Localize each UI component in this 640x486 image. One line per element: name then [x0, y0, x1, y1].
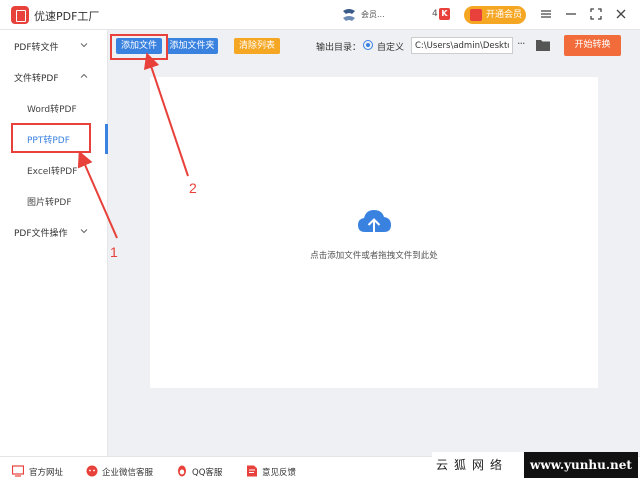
qq-support-link[interactable]: QQ客服 — [192, 466, 222, 478]
feedback-link[interactable]: 意见反馈 — [262, 466, 296, 478]
vip-label: 开通会员 — [486, 10, 523, 20]
browse-more-button[interactable]: ··· — [517, 37, 525, 50]
k-badge-icon[interactable]: K — [439, 8, 450, 20]
feedback-icon[interactable] — [246, 465, 258, 477]
watermark: 云狐网络 www.yunhu.net — [432, 452, 638, 478]
sidebar-item-word-to-pdf[interactable]: Word转PDF — [27, 102, 77, 115]
sidebar: PDF转文件 文件转PDF Word转PDF PPT转PDF Excel转PDF… — [0, 30, 108, 456]
custom-radio-label[interactable]: 自定义 — [377, 40, 404, 53]
sidebar-group-file-to-pdf[interactable]: 文件转PDF — [14, 71, 59, 84]
notice-count: 4 — [432, 9, 438, 19]
output-path-input[interactable] — [411, 37, 513, 54]
website-icon[interactable] — [11, 465, 25, 477]
custom-radio[interactable] — [363, 40, 373, 50]
chevron-up-icon[interactable] — [80, 72, 88, 80]
qq-icon[interactable] — [176, 465, 188, 477]
active-indicator — [105, 124, 108, 154]
clear-list-button[interactable]: 清除列表 — [234, 38, 280, 54]
website-link[interactable]: 官方网址 — [29, 466, 63, 478]
folder-icon[interactable] — [536, 39, 550, 51]
start-convert-button[interactable]: 开始转换 — [564, 35, 621, 56]
sidebar-group-pdf-to-file[interactable]: PDF转文件 — [14, 40, 59, 53]
app-logo-icon — [11, 6, 29, 24]
sidebar-group-pdf-operations[interactable]: PDF文件操作 — [14, 226, 68, 239]
annotation-step-2: 2 — [189, 180, 197, 196]
annotation-step-1: 1 — [110, 244, 118, 260]
minimize-icon[interactable] — [564, 7, 578, 21]
chevron-down-icon[interactable] — [80, 227, 88, 235]
cloud-upload-icon[interactable] — [356, 208, 392, 240]
fullscreen-icon[interactable] — [589, 7, 603, 21]
watermark-url: www.yunhu.net — [524, 452, 638, 478]
add-folder-button[interactable]: 添加文件夹 — [166, 38, 218, 54]
title-bar: 优速PDF工厂 会员... 4 K 开通会员 — [0, 0, 640, 30]
user-avatar-icon[interactable] — [340, 6, 358, 24]
wechat-support-link[interactable]: 企业微信客服 — [102, 466, 153, 478]
annotation-box-add-file — [110, 34, 168, 60]
user-name[interactable]: 会员... — [361, 9, 385, 20]
sidebar-item-excel-to-pdf[interactable]: Excel转PDF — [27, 164, 77, 177]
annotation-box-ppt-to-pdf — [11, 123, 91, 153]
chevron-down-icon[interactable] — [80, 41, 88, 49]
output-dir-label: 输出目录： — [316, 43, 362, 53]
vip-button[interactable]: 开通会员 — [464, 6, 526, 24]
app-title: 优速PDF工厂 — [34, 10, 100, 23]
close-icon[interactable] — [614, 7, 628, 21]
wechat-icon[interactable] — [86, 465, 98, 477]
file-drop-zone[interactable]: 点击添加文件或者拖拽文件到此处 — [150, 77, 598, 388]
watermark-cn: 云狐网络 — [436, 458, 509, 472]
drop-hint-text: 点击添加文件或者拖拽文件到此处 — [310, 251, 438, 261]
vip-icon — [470, 9, 482, 21]
menu-icon[interactable] — [539, 7, 553, 21]
sidebar-item-image-to-pdf[interactable]: 图片转PDF — [27, 195, 72, 208]
